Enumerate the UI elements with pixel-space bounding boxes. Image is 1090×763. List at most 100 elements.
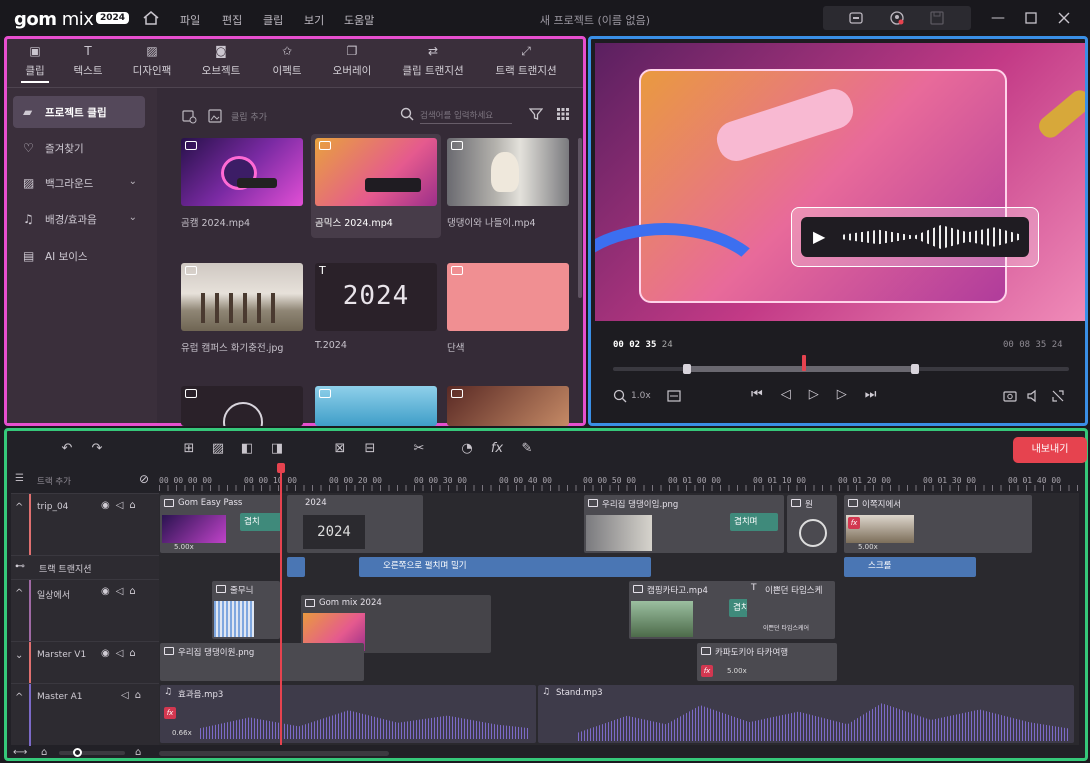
preview-range[interactable] xyxy=(687,366,915,372)
track-controls[interactable]: ◉◁⌂ xyxy=(101,500,142,511)
timeline-clip-image-here[interactable]: 이쪽지에서 fx 5.00x xyxy=(844,495,1032,553)
track-header-trip04[interactable]: ^ trip_04 ◉◁⌂ xyxy=(11,493,159,556)
grid-view-icon[interactable] xyxy=(556,107,570,121)
clip-transition-b[interactable]: 겹치며 xyxy=(730,513,778,531)
track-controls[interactable]: ◉◁⌂ xyxy=(101,586,142,597)
add-clip-label[interactable]: 클립 추가 xyxy=(231,110,267,123)
menu-view[interactable]: 보기 xyxy=(304,12,324,28)
pen-icon[interactable]: ✎ xyxy=(519,441,535,457)
timeline-clip-typewriter[interactable]: T 이쁜던 타임스케 이쁜던 타임스케어 xyxy=(747,581,835,639)
tab-text[interactable]: T 텍스트 xyxy=(52,44,124,78)
maximize-icon[interactable] xyxy=(1022,10,1040,26)
sidebar-item-project-clips[interactable]: ▰ 프로젝트 클립 xyxy=(13,96,145,128)
step-forward-icon[interactable]: ▷ xyxy=(837,387,865,402)
volume-icon[interactable] xyxy=(1027,389,1041,403)
track-transition-marker[interactable] xyxy=(287,557,305,577)
tab-object[interactable]: ◙ 오브젝트 xyxy=(185,44,257,78)
background-tool-icon[interactable]: ▨ xyxy=(210,441,226,457)
timeline-clip-kappadokia[interactable]: 카파도키아 타카여행 fx 5.00x xyxy=(697,643,837,681)
tab-overlay[interactable]: ❐ 오버레이 xyxy=(316,44,388,78)
sidebar-item-background[interactable]: ▨ 백그라운드 ⌄ xyxy=(13,167,145,199)
track-name[interactable]: Master A1 xyxy=(37,692,82,702)
minimize-icon[interactable]: — xyxy=(989,10,1007,26)
filter-icon[interactable] xyxy=(529,107,543,121)
zoom-in-icon[interactable]: ⌂ xyxy=(135,747,141,758)
redo-icon[interactable]: ↷ xyxy=(89,441,105,457)
timeline-clip-text-2024[interactable]: 2024 2024 xyxy=(287,495,423,553)
sidebar-item-favorites[interactable]: ♡ 즐겨찾기 xyxy=(13,132,145,164)
add-image-icon[interactable] xyxy=(207,108,223,124)
save-icon[interactable] xyxy=(929,10,945,26)
timeline-clip-circle[interactable]: 원 xyxy=(787,495,837,553)
menu-file[interactable]: 파일 xyxy=(180,12,200,28)
split-left-icon[interactable]: ◧ xyxy=(239,441,255,457)
add-folder-icon[interactable] xyxy=(181,108,197,124)
timeline-zoom-slider[interactable] xyxy=(59,751,125,755)
track-name[interactable]: trip_04 xyxy=(37,502,68,512)
tab-effect[interactable]: ✩ 이펙트 xyxy=(251,44,323,78)
media-clip-text-2024[interactable]: T 2024 T.2024 xyxy=(315,263,437,351)
track-controls[interactable]: ◉◁⌂ xyxy=(101,648,142,659)
magnet-icon[interactable]: ⊘ xyxy=(139,472,149,486)
track-controls[interactable]: ◁⌂ xyxy=(121,690,147,701)
timeline-playhead[interactable] xyxy=(280,471,282,745)
delete-range-icon[interactable]: ⊟ xyxy=(362,441,378,457)
home-icon[interactable] xyxy=(142,10,160,26)
media-clip-partial-2[interactable] xyxy=(315,386,437,426)
menu-help[interactable]: 도움말 xyxy=(344,12,374,28)
scissors-icon[interactable]: ✂ xyxy=(411,441,427,457)
media-clip-europe[interactable]: 유럽 캠퍼스 화기충전.jpg xyxy=(181,263,303,354)
timeline-clip-stripes[interactable]: 줄무늬 xyxy=(212,581,280,639)
subtitle-icon[interactable] xyxy=(848,10,864,26)
timeline-audio-stand[interactable]: ♫ Stand.mp3 xyxy=(538,685,1074,743)
sidebar-item-ai-voice[interactable]: ▤ AI 보이스 xyxy=(13,240,145,272)
media-scrollbar[interactable] xyxy=(578,138,582,298)
undo-icon[interactable]: ↶ xyxy=(59,441,75,457)
track-header-track-transition[interactable]: ⊷ 트랙 트랜지션 xyxy=(11,555,159,579)
timeline-clip-dog-png-2[interactable]: 우리집 댕댕이원.png xyxy=(160,643,364,681)
add-track-icon[interactable]: ☰ xyxy=(15,473,24,484)
search-icon[interactable] xyxy=(400,107,414,121)
close-icon[interactable] xyxy=(1055,10,1073,26)
track-name[interactable]: 트랙 트랜지션 xyxy=(39,562,92,575)
fullscreen-icon[interactable] xyxy=(1051,389,1065,403)
track-transition-scroll[interactable]: 스크롤 xyxy=(844,557,976,577)
timeline-hscrollbar[interactable] xyxy=(159,751,389,756)
fit-timeline-icon[interactable]: ⟷ xyxy=(13,747,27,758)
track-transition-slide[interactable]: 오른쪽으로 펼치며 밀기 xyxy=(359,557,651,577)
media-clip-gommix-selected[interactable]: 곰믹스 2024.mp4 xyxy=(311,134,441,238)
media-clip-gomcam[interactable]: 곰캠 2024.mp4 xyxy=(181,138,303,229)
skip-start-icon[interactable]: ⏮ xyxy=(751,387,781,402)
menu-edit[interactable]: 편집 xyxy=(222,12,242,28)
sidebar-item-bgm-sfx[interactable]: ♫ 배경/효과음 ⌄ xyxy=(13,203,145,235)
clip-transition-a[interactable]: 겹치 xyxy=(240,513,282,531)
tab-clip-transition[interactable]: ⇄ 클립 트랜지션 xyxy=(385,44,481,78)
export-button[interactable]: 내보내기 xyxy=(1013,437,1087,463)
tab-designpack[interactable]: ▨ 디자인팩 xyxy=(116,44,188,78)
delete-clip-icon[interactable]: ⊠ xyxy=(332,441,348,457)
snapshot-icon[interactable] xyxy=(1003,389,1017,403)
collapse-icon[interactable]: ^ xyxy=(15,502,23,513)
track-header-daily[interactable]: ^ 일상에서 ◉◁⌂ xyxy=(11,579,159,642)
skip-end-icon[interactable]: ⏭ xyxy=(865,387,895,402)
zoom-icon[interactable] xyxy=(613,389,627,403)
step-back-icon[interactable]: ◁ xyxy=(781,387,809,402)
fx-icon[interactable]: fx xyxy=(489,441,505,457)
menu-clip[interactable]: 클립 xyxy=(263,12,283,28)
media-clip-partial-1[interactable] xyxy=(181,386,303,426)
timeline-audio-effect[interactable]: ♫ 효과음.mp3 fx 0.66x xyxy=(160,685,536,743)
track-header-master-v1[interactable]: ⌄ Marster V1 ◉◁⌂ xyxy=(11,641,159,684)
preview-playhead[interactable] xyxy=(802,355,806,371)
range-start-handle[interactable] xyxy=(683,364,691,374)
aspect-ratio-icon[interactable] xyxy=(667,389,681,403)
track-name[interactable]: Marster V1 xyxy=(37,650,86,660)
zoom-out-icon[interactable]: ⌂ xyxy=(41,747,47,758)
collapse-icon[interactable]: ^ xyxy=(15,692,23,703)
track-header-master-a1[interactable]: ^ Master A1 ◁⌂ xyxy=(11,683,159,746)
add-clip-tool-icon[interactable]: ⊞ xyxy=(181,441,197,457)
range-end-handle[interactable] xyxy=(911,364,919,374)
media-clip-partial-3[interactable] xyxy=(447,386,569,426)
zoom-slider-thumb[interactable] xyxy=(73,748,82,757)
zoom-level[interactable]: 1.0x xyxy=(631,391,651,401)
tab-track-transition[interactable]: ⤢ 트랙 트랜지션 xyxy=(478,44,574,78)
